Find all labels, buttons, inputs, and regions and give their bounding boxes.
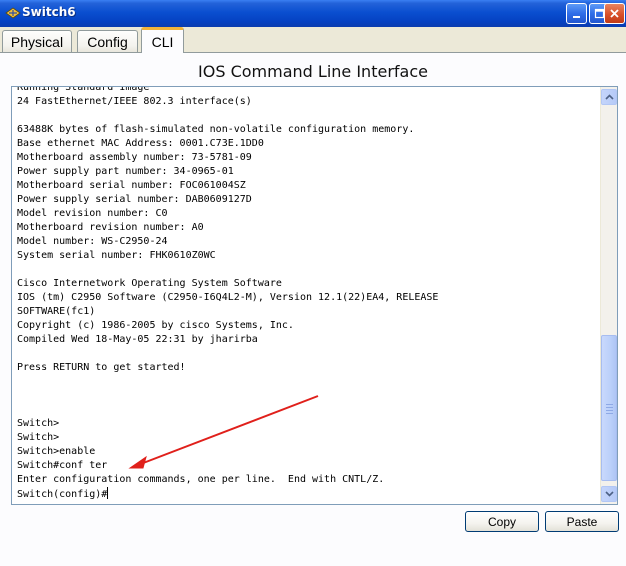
terminal-line: Running Standard Image [17,86,150,93]
window-title: Switch6 [22,5,76,19]
minimize-icon [573,16,580,18]
terminal-line: Copyright (c) 1986-2005 by cisco Systems… [17,320,294,331]
tab-cli[interactable]: CLI [141,27,184,53]
terminal-line: Compiled Wed 18-May-05 22:31 by jharirba [17,334,258,345]
terminal-line: Switch>enable [17,446,96,457]
copy-button[interactable]: Copy [465,511,539,532]
minimize-button[interactable] [566,3,587,24]
terminal-line: Press RETURN to get started! [17,362,186,373]
title-bar: Switch6 [0,0,626,27]
terminal-output: Running Standard Image 24 FastEthernet/IE… [17,86,602,501]
page-title: IOS Command Line Interface [198,62,428,81]
chevron-down-icon [604,491,614,497]
terminal-line: Switch#conf ter [17,460,108,471]
terminal-line: Power supply serial number: DAB0609127D [17,194,252,205]
terminal-line: Model revision number: C0 [17,208,168,219]
scrollbar-thumb[interactable] [601,335,617,481]
terminal-line: Power supply part number: 34-0965-01 [17,166,234,177]
terminal-line: IOS (tm) C2950 Software (C2950-I6Q4L2-M)… [17,292,439,303]
terminal-line: 63488K bytes of flash-simulated non-vola… [17,124,415,135]
scroll-up-button[interactable] [601,89,617,105]
terminal-line: Motherboard assembly number: 73-5781-09 [17,152,252,163]
terminal-line: Cisco Internetwork Operating System Soft… [17,278,282,289]
paste-button[interactable]: Paste [545,511,619,532]
terminal-line: Switch(config)# [17,487,109,500]
tab-config[interactable]: Config [77,30,138,52]
network-switch-icon [5,7,21,19]
vertical-scrollbar[interactable] [600,87,617,504]
chevron-up-icon [604,94,614,100]
terminal-line: Switch> [17,432,60,443]
terminal-line: Switch> [17,418,60,429]
grip-line [606,410,613,411]
terminal-line: Motherboard revision number: A0 [17,222,204,233]
grip-line [606,413,613,414]
grip-line [606,407,613,408]
close-icon [610,9,619,18]
cli-terminal[interactable]: Running Standard Image 24 FastEthernet/IE… [11,86,618,505]
terminal-line: SOFTWARE(fc1) [17,306,96,317]
terminal-line: Motherboard serial number: FOC061004SZ [17,180,246,191]
terminal-line: Enter configuration commands, one per li… [17,474,385,485]
tab-physical[interactable]: Physical [2,30,72,52]
terminal-line: Base ethernet MAC Address: 0001.C73E.1DD… [17,138,264,149]
close-button[interactable] [604,3,625,24]
terminal-line: Model number: WS-C2950-24 [17,236,168,247]
text-cursor [107,487,109,499]
terminal-line: 24 FastEthernet/IEEE 802.3 interface(s) [17,96,252,107]
grip-line [606,404,613,405]
scroll-down-button[interactable] [601,486,617,502]
terminal-line: System serial number: FHK0610Z0WC [17,250,216,261]
